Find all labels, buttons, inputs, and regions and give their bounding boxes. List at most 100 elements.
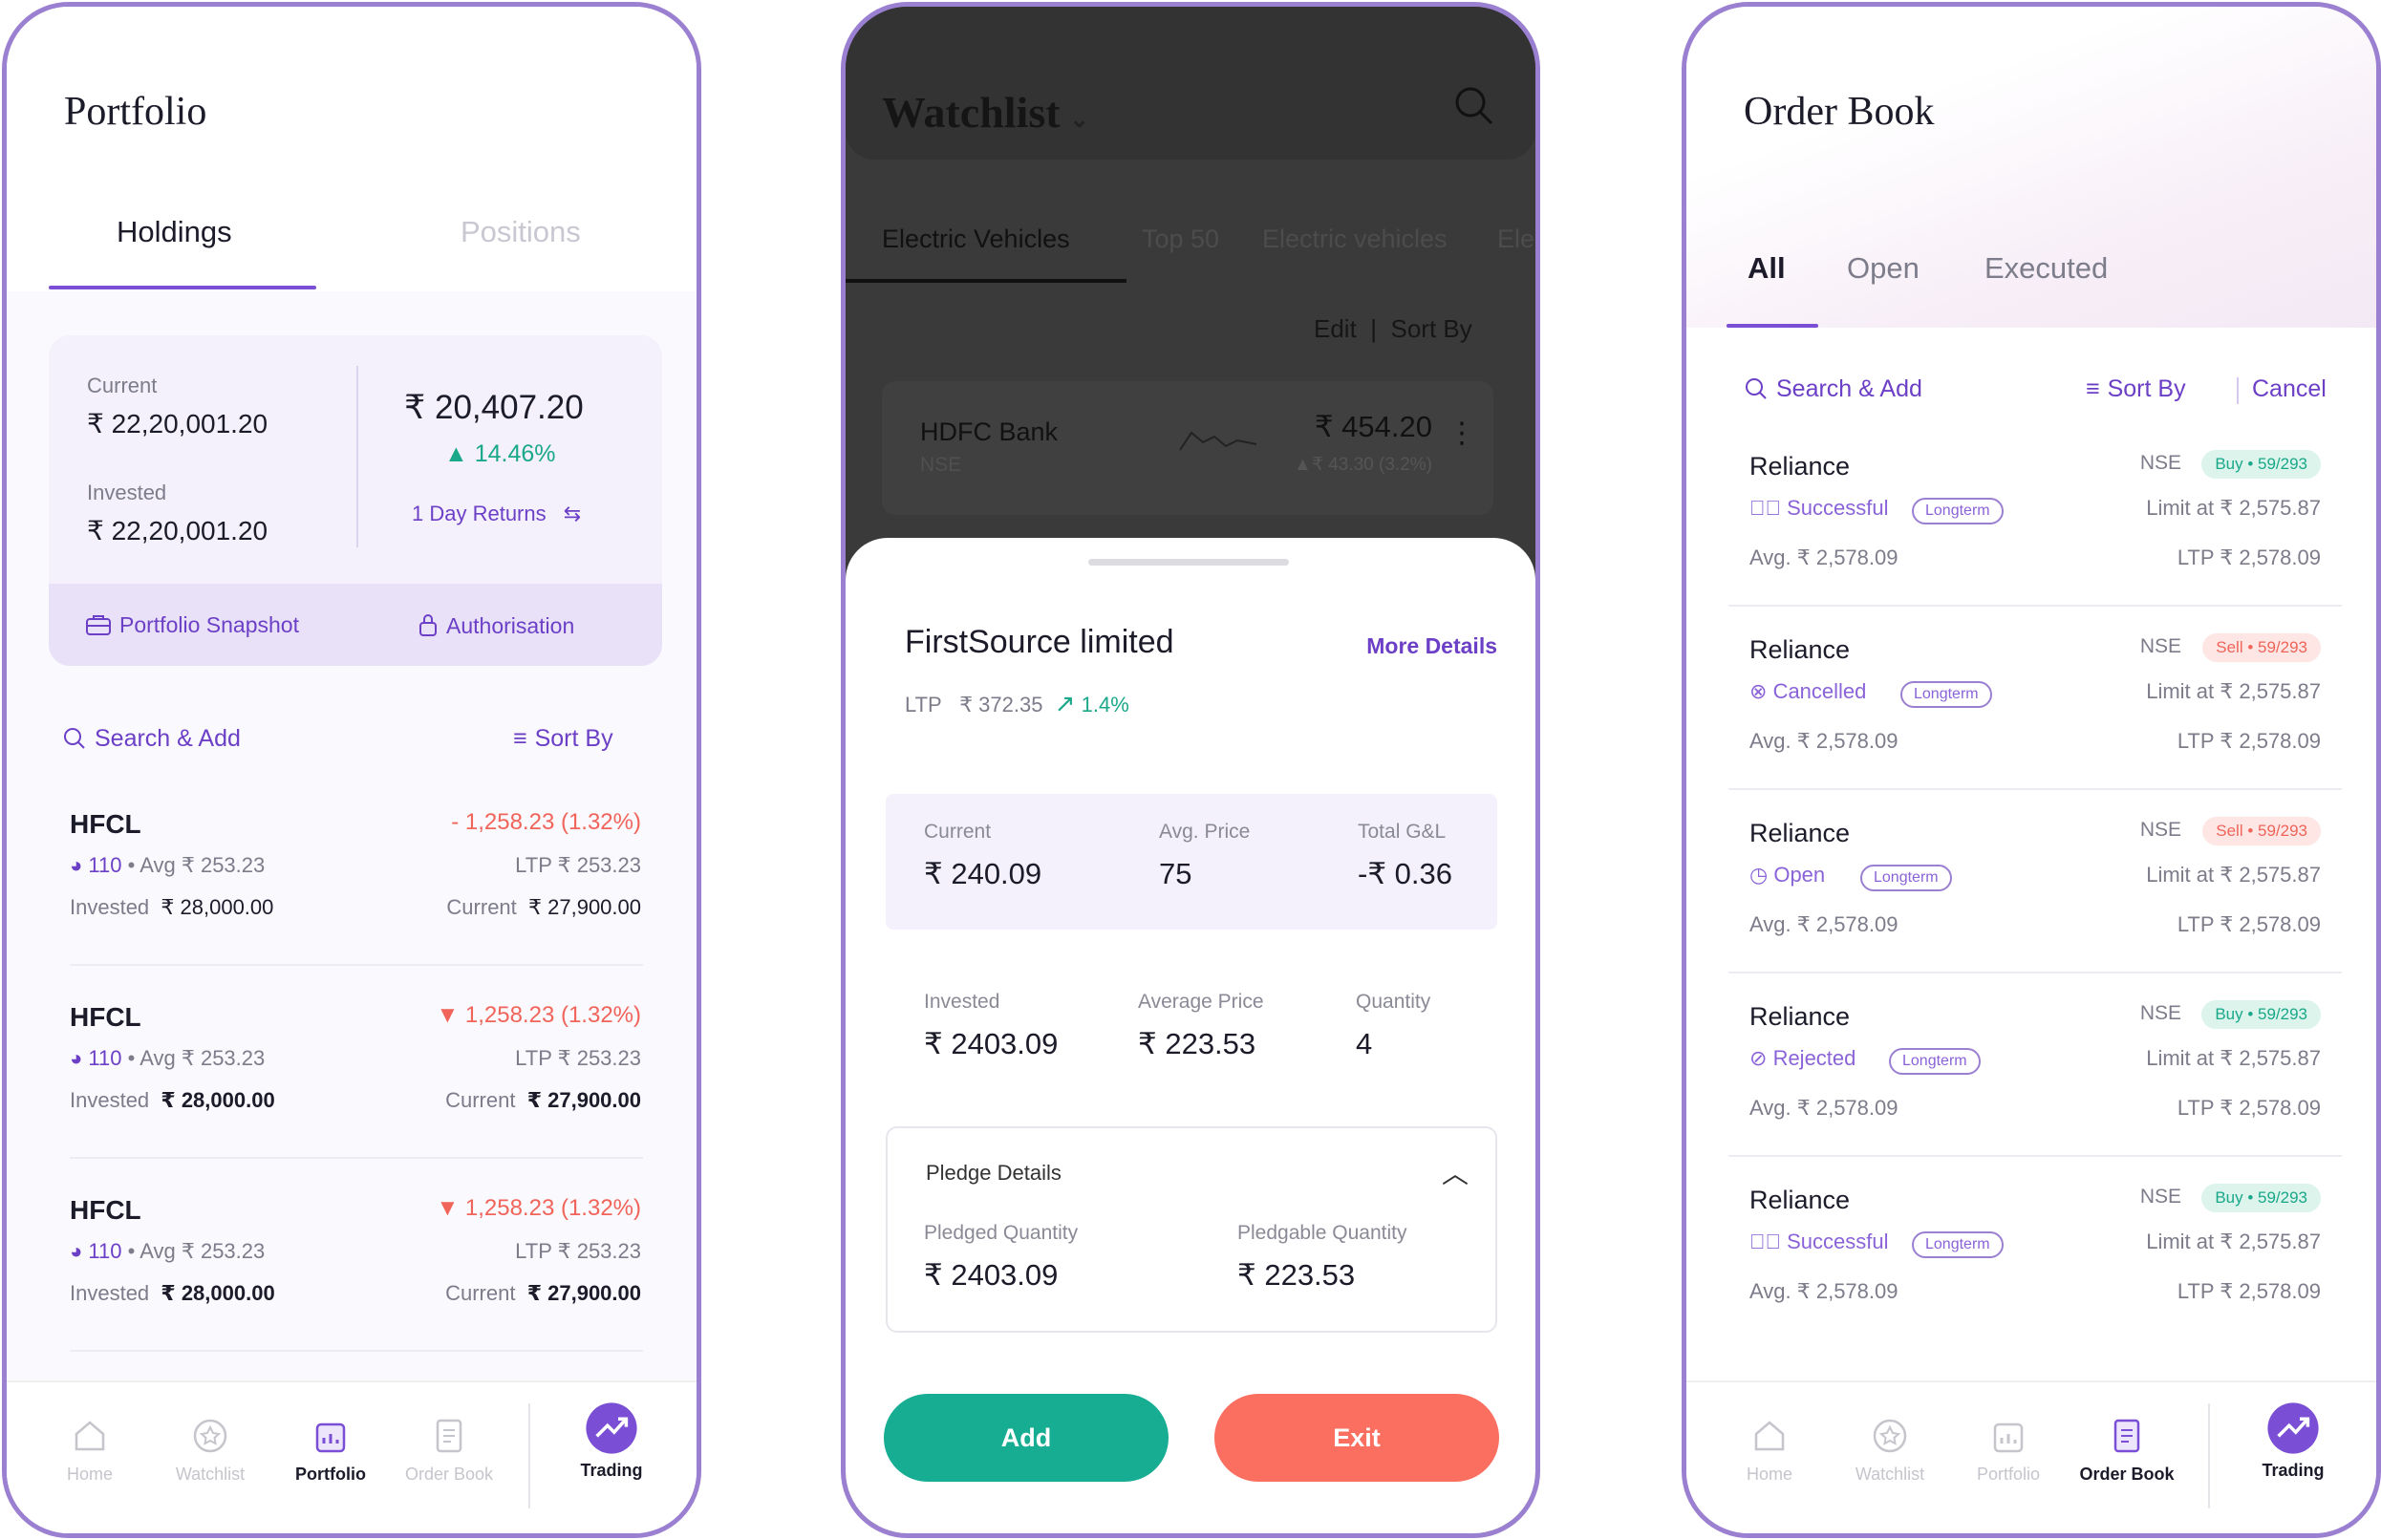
status-cancelled: ⊗ Cancelled xyxy=(1749,679,1867,703)
order-row[interactable]: Reliance NSE Sell • 59/293 ⊗ Cancelled L… xyxy=(1744,630,2321,813)
ltp-price: LTP ₹ 2,578.09 xyxy=(2177,729,2321,753)
more-details-link[interactable]: More Details xyxy=(1366,633,1497,659)
tab-positions[interactable]: Positions xyxy=(461,215,581,249)
exit-button[interactable]: Exit xyxy=(1214,1394,1499,1482)
sort-button[interactable]: ≡ Sort By xyxy=(2086,375,2186,403)
stock-change: ▲₹ 43.30 (3.2%) xyxy=(1294,455,1432,475)
sort-button[interactable]: Sort By xyxy=(1390,314,1471,343)
filter-icon: ≡ xyxy=(513,725,527,752)
avg-price: Avg. ₹ 2,578.09 xyxy=(1749,729,1898,753)
tab-electric-vehicles[interactable]: Electric Vehicles xyxy=(882,225,1070,254)
tab-open[interactable]: Open xyxy=(1847,251,1920,286)
holding-row[interactable]: HFCL ▼ 1,258.23 (1.32%) ◕ 110 • Avg ₹ 25… xyxy=(64,1189,641,1380)
order-row[interactable]: Reliance NSE Buy • 59/293 ✓⃝ Successful … xyxy=(1744,1180,2321,1363)
check-circle-icon: ✓⃝ xyxy=(1749,496,1781,520)
tab-all[interactable]: All xyxy=(1748,251,1786,286)
drag-handle[interactable] xyxy=(1088,559,1289,566)
order-row[interactable]: Reliance NSE Buy • 59/293 ✓⃝ Successful … xyxy=(1744,446,2321,630)
holding-row[interactable]: HFCL ▼ 1,258.23 (1.32%) ◕ 110 • Avg ₹ 25… xyxy=(64,996,641,1187)
divider xyxy=(70,1157,643,1159)
filter-icon: ≡ xyxy=(2086,375,2100,402)
nav-watchlist[interactable]: Watchlist xyxy=(158,1417,263,1485)
nav-watchlist[interactable]: Watchlist xyxy=(1837,1417,1942,1485)
pledge-title: Pledge Details xyxy=(926,1161,1062,1185)
portfolio-snapshot-link[interactable]: Portfolio Snapshot xyxy=(85,612,299,638)
nav-trading[interactable]: Trading xyxy=(559,1402,664,1481)
clipboard-icon xyxy=(2113,1419,2140,1453)
nav-trading[interactable]: Trading xyxy=(2241,1402,2346,1481)
tag-badge: Longterm xyxy=(1912,1231,2004,1258)
search-icon xyxy=(1746,378,1767,399)
order-name: Reliance xyxy=(1749,819,1851,847)
authorisation-link[interactable]: Authorisation xyxy=(418,612,574,639)
limit-price: Limit at ₹ 2,575.87 xyxy=(2146,496,2321,520)
clipboard-icon xyxy=(436,1419,462,1453)
search-add[interactable]: Search & Add xyxy=(1744,375,1922,403)
order-row[interactable]: Reliance NSE Sell • 59/293 ◷ Open Longte… xyxy=(1744,813,2321,996)
search-add[interactable]: Search & Add xyxy=(62,725,241,753)
page-title[interactable]: Watchlist ⌄ xyxy=(882,87,1089,138)
portfolio-screen: Portfolio Holdings Positions Current ₹ 2… xyxy=(2,2,701,1538)
avg-price-label: Avg. Price xyxy=(1159,821,1251,843)
tab-top-50[interactable]: Top 50 xyxy=(1142,225,1219,254)
search-icon xyxy=(64,728,85,749)
pledged-qty-label: Pledged Quantity xyxy=(924,1222,1079,1244)
chevron-up-icon[interactable]: ︿ xyxy=(1442,1153,1469,1191)
avg-price: Avg. ₹ 2,578.09 xyxy=(1749,912,1898,936)
clock-icon: ◷ xyxy=(1749,863,1769,887)
chevron-down-icon: ⌄ xyxy=(1069,108,1089,133)
divider xyxy=(356,366,358,547)
tab-executed[interactable]: Executed xyxy=(1984,251,2108,286)
divider xyxy=(70,964,643,966)
summary-card: Current ₹ 22,20,001.20 Invested ₹ 22,20,… xyxy=(49,335,662,666)
cancel-button[interactable]: Cancel xyxy=(2252,375,2327,403)
holding-row[interactable]: HFCL - 1,258.23 (1.32%) ◕ 110 • Avg ₹ 25… xyxy=(64,803,641,995)
tab-holdings[interactable]: Holdings xyxy=(117,215,232,249)
sort-button[interactable]: ≡ Sort By xyxy=(513,725,613,753)
watchlist-screen: Watchlist ⌄ Electric Vehicles Top 50 Elec… xyxy=(841,2,1540,1538)
holding-qty-avg: ◕ 110 • Avg ₹ 253.23 xyxy=(70,1046,266,1070)
returns-pct: ▲ 14.46% xyxy=(444,440,556,467)
status-rejected: ⊘ Rejected xyxy=(1749,1046,1856,1070)
holding-change: ▼ 1,258.23 (1.32%) xyxy=(436,1195,641,1221)
nav-orderbook[interactable]: Order Book xyxy=(2074,1417,2179,1485)
total-gl-value: -₹ 0.36 xyxy=(1358,857,1452,890)
order-row[interactable]: Reliance NSE Buy • 59/293 ⊘ Rejected Lon… xyxy=(1744,996,2321,1180)
lock-icon xyxy=(419,614,437,636)
nav-divider xyxy=(528,1403,530,1508)
returns-toggle[interactable]: 1 Day Returns ⇆ xyxy=(412,502,581,526)
nav-home[interactable]: Home xyxy=(1717,1417,1822,1485)
trading-icon xyxy=(586,1402,637,1454)
current-value: ₹ 22,20,001.20 xyxy=(87,409,268,438)
nav-orderbook[interactable]: Order Book xyxy=(397,1417,502,1485)
home-icon xyxy=(1754,1421,1785,1451)
page-title: Order Book xyxy=(1744,90,1935,134)
stock-row[interactable]: HDFC Bank NSE ₹ 454.20 ▲₹ 43.30 (3.2%) ⋮ xyxy=(882,381,1493,515)
nav-portfolio[interactable]: Portfolio xyxy=(1956,1417,2061,1485)
order-name: Reliance xyxy=(1749,635,1851,664)
x-circle-icon: ⊗ xyxy=(1749,679,1768,703)
invested-label: Invested xyxy=(924,991,1000,1013)
nav-home[interactable]: Home xyxy=(37,1417,142,1485)
bottom-sheet: FirstSource limited More Details LTP ₹ 3… xyxy=(846,538,1535,1533)
more-vertical-icon[interactable]: ⋮ xyxy=(1448,419,1476,448)
tab-more[interactable]: Ele xyxy=(1497,225,1534,254)
order-name: Reliance xyxy=(1749,1186,1851,1214)
holding-qty-avg: ◕ 110 • Avg ₹ 253.23 xyxy=(70,853,266,877)
avg-price: Avg. ₹ 2,578.09 xyxy=(1749,545,1898,569)
total-gl-label: Total G&L xyxy=(1358,821,1447,843)
ltp-price: LTP ₹ 2,578.09 xyxy=(2177,912,2321,936)
avg-price: Avg. ₹ 2,578.09 xyxy=(1749,1096,1898,1120)
pledge-details-card[interactable]: Pledge Details ︿ Pledged Quantity ₹ 2403… xyxy=(886,1126,1497,1333)
edit-button[interactable]: Edit xyxy=(1314,314,1357,343)
ltp-price: LTP ₹ 2,578.09 xyxy=(2177,1096,2321,1120)
tab-electric-vehicles-2[interactable]: Electric vehicles xyxy=(1262,225,1448,254)
nav-portfolio[interactable]: Portfolio xyxy=(278,1417,383,1485)
search-icon[interactable] xyxy=(1453,85,1495,127)
avg-price-value: 75 xyxy=(1159,857,1192,890)
pledgable-qty-value: ₹ 223.53 xyxy=(1237,1258,1356,1292)
portfolio-header xyxy=(7,7,697,293)
quantity-value: 4 xyxy=(1356,1027,1373,1060)
holding-change: ▼ 1,258.23 (1.32%) xyxy=(436,1002,641,1028)
add-button[interactable]: Add xyxy=(884,1394,1169,1482)
